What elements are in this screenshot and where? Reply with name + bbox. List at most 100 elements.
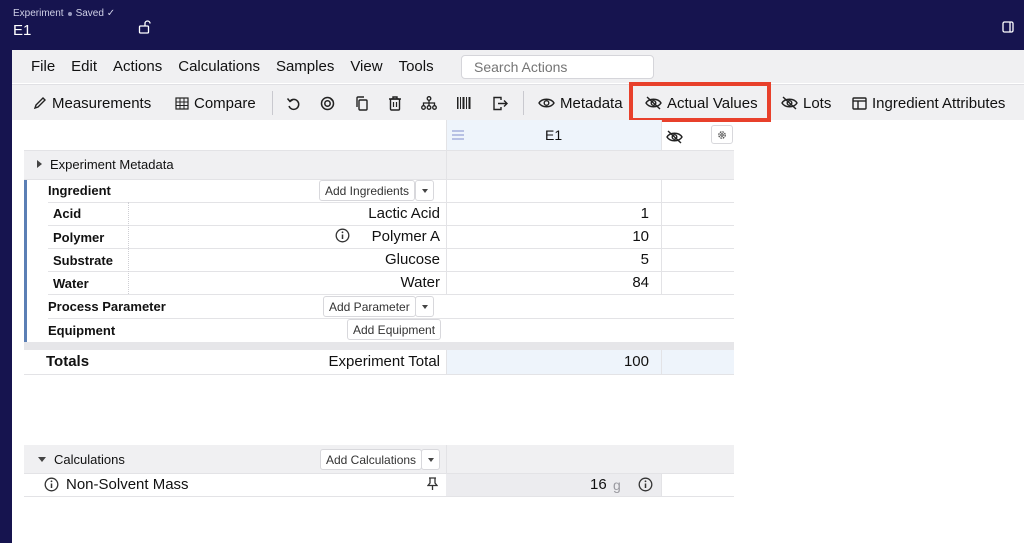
add-ingredients-dropdown[interactable]	[415, 180, 434, 201]
compare-button[interactable]: Compare	[175, 85, 256, 121]
divider	[661, 350, 662, 374]
totals-value-bg	[446, 350, 734, 374]
calc-unit: g	[613, 477, 621, 493]
experiment-title: E1	[13, 22, 32, 39]
divider	[48, 225, 734, 226]
ingredient-value[interactable]: 1	[641, 205, 649, 222]
status-label: Experiment	[13, 8, 64, 19]
ingredient-role: Polymer	[53, 230, 105, 245]
measurements-label: Measurements	[52, 94, 152, 112]
barcode-button[interactable]	[456, 85, 472, 121]
metadata-section-label: Experiment Metadata	[50, 157, 174, 172]
experiment-total-value: 100	[623, 353, 649, 370]
column-settings-button[interactable]	[711, 125, 733, 144]
panel-icon[interactable]	[1002, 20, 1014, 34]
menu-tools[interactable]: Tools	[399, 58, 434, 75]
ingredient-label: Ingredient	[48, 183, 111, 198]
ingredient-group-bar	[24, 180, 27, 342]
metadata-label: Metadata	[560, 94, 623, 112]
undo-button[interactable]	[286, 85, 301, 121]
totals-label: Totals	[46, 353, 90, 370]
eye-off-icon[interactable]	[666, 130, 683, 144]
divider	[48, 271, 734, 272]
menu-actions[interactable]: Actions	[113, 58, 162, 75]
columns-icon	[852, 96, 867, 110]
calc-value-bg	[446, 474, 661, 496]
add-equipment-button[interactable]: Add Equipment	[347, 319, 442, 340]
menu-file[interactable]: File	[31, 58, 55, 75]
ingredient-role: Substrate	[53, 253, 113, 268]
divider	[661, 202, 662, 294]
caret-down-icon[interactable]	[38, 457, 46, 462]
add-parameter-dropdown[interactable]	[415, 296, 434, 317]
ingredient-value[interactable]: 84	[632, 274, 649, 291]
unlock-icon[interactable]	[138, 20, 152, 34]
add-calculations-button[interactable]: Add Calculations	[320, 449, 423, 470]
undo-icon	[286, 97, 300, 110]
eye-icon	[538, 98, 555, 108]
equipment-label: Equipment	[48, 323, 116, 338]
menu-view[interactable]: View	[350, 58, 382, 75]
add-ingredients-button[interactable]: Add Ingredients	[319, 180, 416, 201]
ingredient-attributes-label: Ingredient Attributes	[872, 94, 1006, 112]
menu-calculations[interactable]: Calculations	[178, 58, 260, 75]
copy-icon	[356, 95, 368, 111]
menu-edit[interactable]: Edit	[71, 58, 97, 75]
measurements-button[interactable]: Measurements	[33, 85, 151, 121]
ingredient-role: Acid	[53, 206, 82, 221]
info-icon[interactable]	[44, 477, 59, 492]
saved-label: Saved ✓	[75, 8, 116, 19]
toolbar: Measurements Compare Metadata Actual Val…	[12, 84, 1024, 120]
export-button[interactable]	[492, 85, 509, 121]
search-actions-input[interactable]	[461, 55, 654, 79]
ingredient-role: Water	[53, 276, 89, 291]
ingredient-attributes-button[interactable]: Ingredient Attributes	[852, 85, 1005, 121]
caret-right-icon[interactable]	[37, 160, 42, 168]
eye-off-icon	[781, 96, 798, 110]
ingredient-name[interactable]: Polymer A	[372, 228, 440, 245]
section-spacer	[24, 342, 734, 350]
delete-button[interactable]	[388, 85, 402, 121]
lots-label: Lots	[803, 94, 832, 112]
divider	[48, 248, 734, 249]
toolbar-divider	[272, 91, 273, 115]
process-parameter-label: Process Parameter	[48, 299, 166, 314]
pin-icon[interactable]	[427, 477, 438, 491]
ingredient-value[interactable]: 10	[632, 228, 649, 245]
copy-button[interactable]	[355, 85, 369, 121]
divider	[24, 374, 734, 375]
divider	[128, 202, 129, 294]
info-icon[interactable]	[638, 477, 653, 492]
highlight-annotation	[629, 82, 771, 122]
divider	[661, 120, 662, 150]
column-header-e1[interactable]: E1	[545, 127, 562, 143]
divider	[661, 474, 662, 496]
target-icon	[320, 96, 335, 110]
ingredient-name[interactable]: Water	[401, 274, 440, 291]
add-calculations-dropdown[interactable]	[421, 449, 440, 470]
divider	[446, 350, 447, 374]
divider	[446, 180, 447, 202]
hierarchy-button[interactable]	[421, 85, 437, 121]
info-icon[interactable]	[335, 228, 350, 243]
refresh-button[interactable]	[320, 85, 335, 121]
gear-icon	[718, 131, 726, 139]
hierarchy-icon	[421, 96, 437, 110]
menu-samples[interactable]: Samples	[276, 58, 334, 75]
table-icon	[175, 96, 189, 110]
ingredient-name[interactable]: Lactic Acid	[368, 205, 440, 222]
compare-label: Compare	[194, 94, 256, 112]
ingredient-value[interactable]: 5	[641, 251, 649, 268]
separator-dot	[67, 11, 72, 16]
ingredient-name[interactable]: Glucose	[385, 251, 440, 268]
save-status: Experiment Saved ✓	[13, 8, 115, 19]
trash-icon	[389, 95, 401, 111]
drag-handle-icon[interactable]	[452, 130, 464, 140]
toolbar-divider	[523, 91, 524, 115]
main-panel: File Edit Actions Calculations Samples V…	[12, 50, 1024, 543]
add-parameter-button[interactable]: Add Parameter	[323, 296, 416, 317]
top-header: Experiment Saved ✓ E1	[0, 0, 1024, 50]
metadata-button[interactable]: Metadata	[538, 85, 623, 121]
divider	[446, 445, 447, 473]
lots-button[interactable]: Lots	[781, 85, 831, 121]
